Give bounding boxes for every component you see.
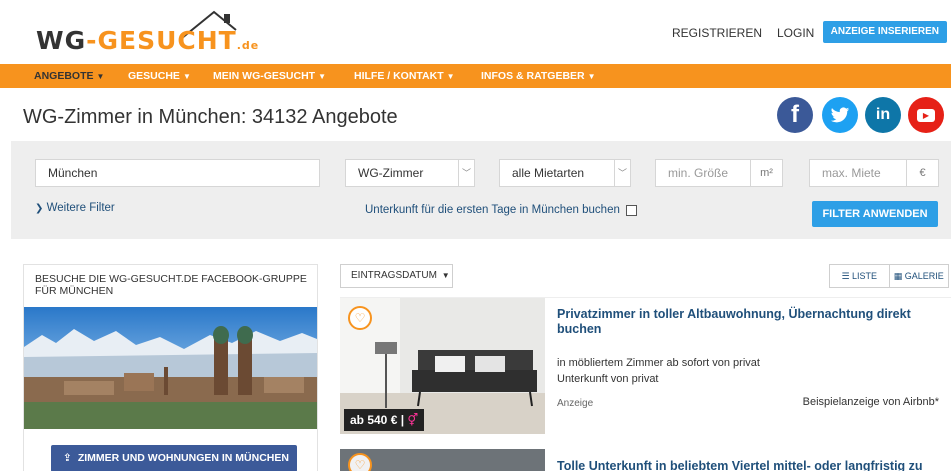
header: WG-GESUCHT.de REGISTRIEREN LOGIN ANZEIGE… — [0, 0, 951, 64]
nav-item-infos-ratgeber[interactable]: INFOS & RATGEBER ▼ — [481, 70, 596, 82]
favorite-heart-icon[interactable]: ♡ — [348, 306, 372, 330]
share-icon: ⇪ — [63, 452, 72, 464]
chevron-down-icon: ▼ — [446, 72, 455, 81]
youtube-icon[interactable]: ▶ — [908, 97, 944, 133]
gender-icon: ⚥ — [407, 413, 419, 427]
chevron-down-icon: ▼ — [441, 271, 450, 280]
nav-item-gesuche[interactable]: GESUCHE ▼ — [128, 70, 191, 82]
grid-icon: ▦ — [893, 271, 903, 281]
listing-subtitle: Unterkunft von privat — [557, 373, 659, 385]
linkedin-icon[interactable]: in — [865, 97, 901, 133]
chevron-down-icon: ▼ — [96, 72, 105, 81]
login-link[interactable]: LOGIN — [777, 26, 814, 40]
facebook-icon[interactable]: f — [777, 97, 813, 133]
twitter-bird-icon — [830, 106, 850, 122]
listing-card[interactable]: ♡ ab 540 € | ⚥ Privatzimmer in toller Al… — [340, 297, 951, 434]
nav-item-hilfe-kontakt[interactable]: HILFE / KONTAKT ▼ — [354, 70, 455, 82]
rent-type-select[interactable]: alle Mietarten ﹀ — [499, 159, 631, 187]
listing-description: in möbliertem Zimmer ab sofort von priva… — [557, 357, 760, 369]
max-rent-input[interactable]: max. Miete € — [809, 159, 939, 187]
chevron-down-icon: ﹀ — [614, 160, 630, 186]
view-toggle: ☰ LISTE ▦ GALERIE — [829, 264, 949, 288]
chevron-down-icon: ❯ — [35, 203, 44, 214]
search-filter-panel: München WG-Zimmer ﹀ alle Mietarten ﹀ min… — [11, 141, 951, 239]
youtube-play-icon: ▶ — [917, 108, 935, 122]
view-list-button[interactable]: ☰ LISTE — [830, 265, 889, 287]
sort-dropdown[interactable]: EINTRAGSDATUM ▼ — [340, 264, 453, 288]
main-nav: ANGEBOTE ▼ GESUCHE ▼ MEIN WG-GESUCHT ▼ HILF… — [0, 64, 951, 88]
munich-skyline-image — [24, 307, 317, 429]
logo-wordmark: WG-GESUCHT.de — [36, 26, 260, 55]
listing-photo[interactable]: ♡ — [340, 449, 545, 471]
register-link[interactable]: REGISTRIEREN — [672, 26, 762, 40]
euro-unit: € — [906, 160, 938, 186]
list-icon: ☰ — [841, 271, 850, 281]
wg-gesucht-logo[interactable]: WG-GESUCHT.de — [30, 8, 260, 58]
example-ad-label: Beispielanzeige von Airbnb* — [802, 396, 939, 408]
more-filters-toggle[interactable]: ❯ Weitere Filter — [35, 202, 115, 214]
facebook-group-card: BESUCHE DIE WG-GESUCHT.DE FACEBOOK-GRUPP… — [23, 264, 318, 471]
category-select[interactable]: WG-Zimmer ﹀ — [345, 159, 475, 187]
twitter-icon[interactable] — [822, 97, 858, 133]
munich-skyline-illustration — [24, 307, 317, 429]
rooms-and-flats-button[interactable]: ⇪ ZIMMER UND WOHNUNGEN IN MÜNCHEN — [51, 445, 297, 471]
square-meter-unit: m² — [750, 160, 782, 186]
listing-photo[interactable]: ♡ ab 540 € | ⚥ — [340, 298, 545, 434]
book-stay-link[interactable]: Unterkunft für die ersten Tage in Münche… — [365, 204, 620, 216]
min-size-input[interactable]: min. Größe m² — [655, 159, 783, 187]
chevron-down-icon: ﹀ — [458, 160, 474, 186]
page: WG-GESUCHT.de REGISTRIEREN LOGIN ANZEIGE… — [0, 0, 951, 471]
insert-ad-button[interactable]: ANZEIGE INSERIEREN — [822, 21, 947, 43]
view-gallery-button[interactable]: ▦ GALERIE — [888, 265, 949, 287]
listing-title[interactable]: Tolle Unterkunft in beliebtem Viertel mi… — [557, 459, 923, 471]
book-stay-checkbox[interactable] — [625, 204, 637, 216]
listing-card[interactable]: ♡ Tolle Unterkunft in beliebtem Viertel … — [340, 449, 951, 471]
ad-label: Anzeige — [557, 398, 594, 409]
apply-filter-button[interactable]: FILTER ANWENDEN — [812, 201, 938, 227]
book-stay-option[interactable]: Unterkunft für die ersten Tage in Münche… — [365, 204, 637, 216]
facebook-group-title: BESUCHE DIE WG-GESUCHT.DE FACEBOOK-GRUPP… — [35, 273, 307, 297]
favorite-heart-icon[interactable]: ♡ — [348, 453, 372, 471]
chevron-down-icon: ▼ — [182, 72, 191, 81]
nav-item-angebote[interactable]: ANGEBOTE ▼ — [34, 70, 104, 82]
nav-item-mein-wg-gesucht[interactable]: MEIN WG-GESUCHT ▼ — [213, 70, 326, 82]
city-input[interactable]: München — [35, 159, 320, 187]
price-badge: ab 540 € | ⚥ — [344, 409, 425, 431]
chevron-down-icon: ▼ — [587, 72, 596, 81]
page-title: WG-Zimmer in München: 34132 Angebote — [23, 106, 398, 128]
listing-title[interactable]: Privatzimmer in toller Altbauwohnung, Üb… — [557, 307, 937, 337]
chevron-down-icon: ▼ — [318, 72, 326, 81]
